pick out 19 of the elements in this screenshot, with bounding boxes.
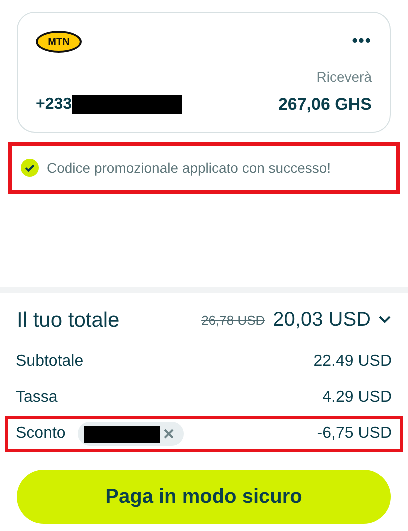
success-message: Codice promozionale applicato con successo! xyxy=(47,158,332,178)
total-label: Il tuo totale xyxy=(17,308,120,334)
row-label: Sconto xyxy=(16,424,66,444)
original-price: 26,78 USD xyxy=(202,312,266,330)
row-value: 4.29 USD xyxy=(322,388,392,408)
check-icon xyxy=(21,159,39,177)
total-amount: 20,03 USD xyxy=(273,308,371,334)
more-menu-button[interactable]: ••• xyxy=(352,34,372,50)
pay-button[interactable]: Paga in modo sicuro xyxy=(17,470,391,524)
receive-amount: 267,06 GHS xyxy=(278,94,372,116)
row-value: -6,75 USD xyxy=(317,424,392,444)
chevron-icon[interactable] xyxy=(379,316,391,324)
row-label: Tassa xyxy=(16,388,58,408)
phone-prefix: +233 xyxy=(36,94,72,115)
close-icon[interactable] xyxy=(164,429,174,439)
row-label: Subtotale xyxy=(16,352,84,372)
receive-label: Riceverà xyxy=(316,68,372,87)
carrier-logo: MTN xyxy=(36,31,82,53)
row-value: 22.49 USD xyxy=(314,352,392,372)
